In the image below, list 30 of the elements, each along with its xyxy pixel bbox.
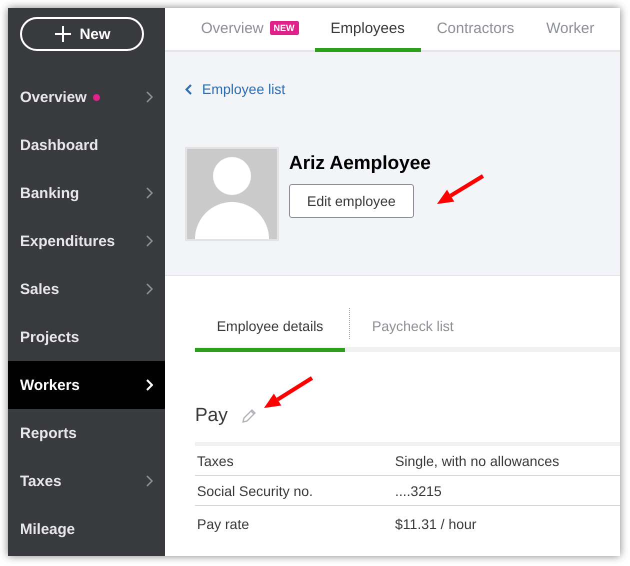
table-cell-text: Taxes [196,452,235,468]
edit-employee-button[interactable]: Edit employee [289,184,414,218]
table-cell: Single, with no allowances [395,452,560,468]
sidebar-item[interactable]: Expenditures [8,217,165,265]
sidebar-item[interactable]: Reports [8,409,165,457]
sidebar-item[interactable]: Mileage [8,505,165,553]
sidebar-item[interactable]: Dashboard [8,121,165,169]
new-badge: NEW [270,21,299,35]
sidebar-item[interactable]: Banking [8,169,165,217]
sidebar-item[interactable]: Projects [8,313,165,361]
sidebar-item[interactable]: Sales [8,265,165,313]
annotation-arrow [264,376,314,408]
back-link[interactable]: Employee list [185,81,286,97]
table-cell-text: Pay rate [196,516,250,532]
avatar-icon [185,147,279,241]
employee-name: Ariz Aemployee [289,153,431,175]
table-cell: ....3215 [395,482,442,498]
pencil-icon[interactable] [240,407,258,425]
annotation-arrow [437,174,484,204]
table-cell-text: Social Security no. [196,482,314,498]
sidebar-item[interactable]: Overview [8,73,165,121]
plus-icon [54,25,72,43]
chevron-left-icon [185,84,192,94]
tab[interactable]: Overview NEW [185,8,315,52]
sidebar-item[interactable]: Taxes [8,457,165,505]
tab[interactable]: Employee details [195,306,345,352]
table-cell: $11.31 / hour [395,516,476,532]
section-title: Pay [195,405,228,427]
new-button[interactable]: New [20,17,144,51]
sidebar-item[interactable]: Workers [8,361,165,409]
